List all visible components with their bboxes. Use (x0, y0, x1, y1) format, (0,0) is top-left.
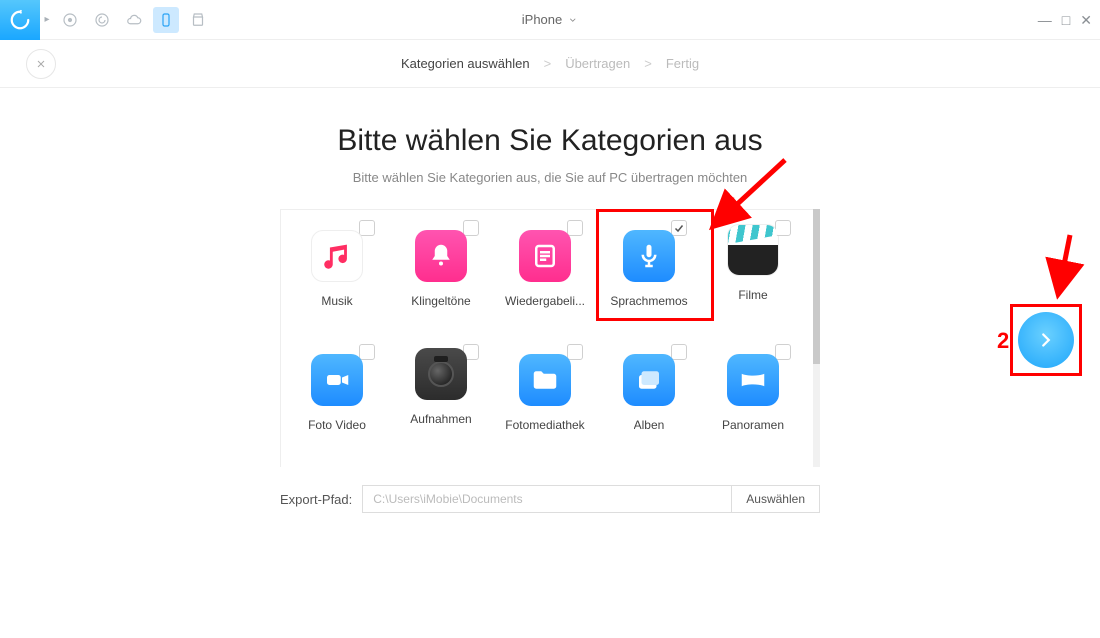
device-tab-icon[interactable] (153, 7, 179, 33)
wizard-close-button[interactable] (26, 49, 56, 79)
checkbox-albums[interactable] (671, 344, 687, 360)
folder-icon (519, 354, 571, 406)
export-path-input[interactable]: C:\Users\iMobie\Documents (363, 486, 731, 512)
category-voicememos[interactable]: Sprachmemos (597, 220, 701, 344)
checkbox-panoramas[interactable] (775, 344, 791, 360)
category-playlists[interactable]: Wiedergabeli... (493, 220, 597, 344)
wizard-step-transfer: Übertragen (565, 56, 630, 71)
wizard-step-done: Fertig (666, 56, 699, 71)
category-music[interactable]: Musik (285, 220, 389, 344)
video-icon (311, 354, 363, 406)
checkbox-ringtones[interactable] (463, 220, 479, 236)
music-tab-icon[interactable] (57, 7, 83, 33)
checkbox-playlists[interactable] (567, 220, 583, 236)
category-albums[interactable]: Alben (597, 344, 701, 467)
minimize-button[interactable]: — (1038, 13, 1052, 27)
music-icon (311, 230, 363, 282)
albums-icon (623, 354, 675, 406)
category-panel: Musik Klingeltöne Wiedergabeli... (280, 209, 820, 467)
apps-tab-icon[interactable] (185, 7, 211, 33)
app-logo (0, 0, 40, 40)
category-panoramas-label: Panoramen (722, 418, 784, 432)
wizard-sep-2: > (644, 56, 652, 71)
page-title: Bitte wählen Sie Kategorien aus (0, 124, 1100, 158)
next-button-wrap (1018, 312, 1074, 368)
annotation-number-1: 1 (726, 193, 738, 219)
category-ringtones[interactable]: Klingeltöne (389, 220, 493, 344)
toolbar-left: ▸ (0, 0, 214, 39)
checkbox-photolib[interactable] (567, 344, 583, 360)
category-albums-label: Alben (634, 418, 665, 432)
checkbox-photovideo[interactable] (359, 344, 375, 360)
next-button[interactable] (1018, 312, 1074, 368)
window-controls: — □ ✕ (1038, 0, 1092, 40)
page-subtitle: Bitte wählen Sie Kategorien aus, die Sie… (0, 170, 1100, 185)
microphone-icon (623, 230, 675, 282)
category-movies[interactable]: Filme (701, 220, 805, 344)
category-voicememos-label: Sprachmemos (610, 294, 687, 308)
category-photovideo[interactable]: Foto Video (285, 344, 389, 467)
category-grid: Musik Klingeltöne Wiedergabeli... (285, 220, 816, 467)
bell-icon (415, 230, 467, 282)
chevron-down-icon (568, 15, 578, 25)
toolbar: ▸ iPhone — □ ✕ (0, 0, 1100, 40)
clapperboard-icon (727, 224, 779, 276)
category-photolib-label: Fotomediathek (505, 418, 584, 432)
annotation-arrow-2 (1040, 230, 1090, 300)
close-button[interactable]: ✕ (1080, 13, 1092, 27)
wizard-sep-1: > (544, 56, 552, 71)
chevron-right-icon (1035, 329, 1057, 351)
category-movies-label: Filme (738, 288, 767, 302)
category-panel-inner: Musik Klingeltöne Wiedergabeli... (280, 209, 820, 467)
annotation-number-2: 2 (997, 328, 1009, 354)
export-path-box: C:\Users\iMobie\Documents Auswählen (362, 485, 820, 513)
checkbox-movies[interactable] (775, 220, 791, 236)
category-ringtones-label: Klingeltöne (411, 294, 470, 308)
backup-tab-icon[interactable] (89, 7, 115, 33)
category-playlists-label: Wiedergabeli... (505, 294, 585, 308)
category-recordings[interactable]: Aufnahmen (389, 344, 493, 467)
export-path-label: Export-Pfad: (280, 492, 352, 507)
maximize-button[interactable]: □ (1062, 13, 1070, 27)
wizard-step-select: Kategorien auswählen (401, 56, 530, 71)
category-photolib[interactable]: Fotomediathek (493, 344, 597, 467)
wizard-steps: Kategorien auswählen > Übertragen > Fert… (0, 40, 1100, 88)
category-music-label: Musik (321, 294, 352, 308)
category-panoramas[interactable]: Panoramen (701, 344, 805, 467)
category-recordings-label: Aufnahmen (410, 412, 471, 426)
checkbox-voicememos[interactable] (671, 220, 687, 236)
device-name: iPhone (522, 12, 562, 27)
device-selector[interactable]: iPhone (522, 12, 578, 27)
export-path-browse-button[interactable]: Auswählen (731, 486, 819, 512)
camera-icon (415, 348, 467, 400)
checkbox-music[interactable] (359, 220, 375, 236)
logo-dropdown-icon[interactable]: ▸ (40, 0, 54, 40)
category-photovideo-label: Foto Video (308, 418, 366, 432)
playlist-icon (519, 230, 571, 282)
export-path-row: Export-Pfad: C:\Users\iMobie\Documents A… (280, 485, 820, 513)
cloud-tab-icon[interactable] (121, 7, 147, 33)
panorama-icon (727, 354, 779, 406)
scrollbar-thumb[interactable] (813, 209, 820, 364)
